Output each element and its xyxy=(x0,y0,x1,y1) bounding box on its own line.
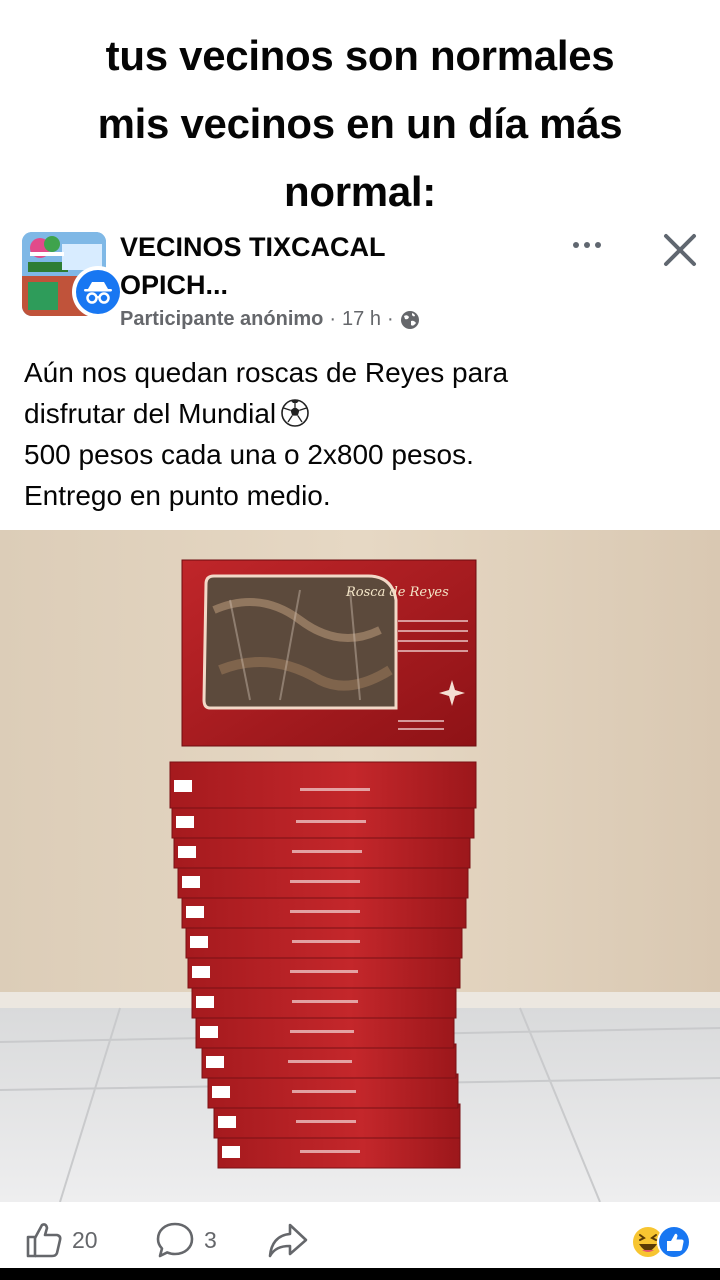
stacked-boxes xyxy=(169,761,477,1169)
top-box: Rosca de Reyes xyxy=(181,559,477,747)
share-button[interactable] xyxy=(266,1220,310,1260)
bottom-edge xyxy=(0,1268,720,1280)
globe-icon xyxy=(400,310,419,329)
group-name-line-1: VECINOS TIXCACAL xyxy=(120,232,386,262)
group-name-line-2: OPICH... xyxy=(120,270,229,300)
caption-line-3: normal: xyxy=(284,168,436,215)
post-text: Aún nos quedan roscas de Reyes para disf… xyxy=(24,352,684,516)
meta-separator: · xyxy=(329,308,337,330)
comment-count: 3 xyxy=(204,1226,217,1253)
meta-separator-2: · xyxy=(386,308,394,330)
like-reaction-icon xyxy=(657,1225,691,1259)
post-text-line-1: Aún nos quedan roscas de Reyes para xyxy=(24,357,509,388)
action-bar: 20 3 xyxy=(0,1210,720,1272)
group-name[interactable]: VECINOS TIXCACAL OPICH... xyxy=(120,228,440,304)
close-button[interactable] xyxy=(658,228,702,272)
reaction-summary[interactable] xyxy=(630,1222,694,1262)
post-meta: Participante anónimo · 17 h · xyxy=(120,308,420,331)
comment-icon xyxy=(156,1222,194,1258)
share-icon xyxy=(268,1223,308,1258)
meme-caption: tus vecinos son normales mis vecinos en … xyxy=(0,22,720,226)
thumbs-up-icon xyxy=(26,1223,62,1258)
post-text-line-2-text: disfrutar del Mundial xyxy=(24,398,277,429)
more-options-icon xyxy=(573,242,579,248)
incognito-icon xyxy=(76,270,120,314)
post-text-line-3: 500 pesos cada una o 2x800 pesos. xyxy=(24,439,474,470)
like-count: 20 xyxy=(72,1226,98,1253)
author-name[interactable]: Participante anónimo xyxy=(120,308,323,331)
post-time[interactable]: 17 h xyxy=(342,308,381,331)
post-text-line-4: Entrego en punto medio. xyxy=(24,480,331,511)
post-photo[interactable]: Rosca de Reyes xyxy=(0,530,720,1202)
like-button[interactable]: 20 xyxy=(24,1220,98,1260)
close-icon xyxy=(664,234,696,266)
soccer-ball-icon xyxy=(281,399,309,427)
comment-button[interactable]: 3 xyxy=(154,1220,217,1260)
anonymous-badge xyxy=(72,266,124,318)
post-header: VECINOS TIXCACAL OPICH... Participante a… xyxy=(22,228,702,338)
box-label: Rosca de Reyes xyxy=(345,585,449,600)
caption-line-2: mis vecinos en un día más xyxy=(97,100,623,147)
more-options-button[interactable] xyxy=(562,228,612,262)
post-text-line-2: disfrutar del Mundial xyxy=(24,393,684,434)
caption-line-1: tus vecinos son normales xyxy=(105,32,615,79)
